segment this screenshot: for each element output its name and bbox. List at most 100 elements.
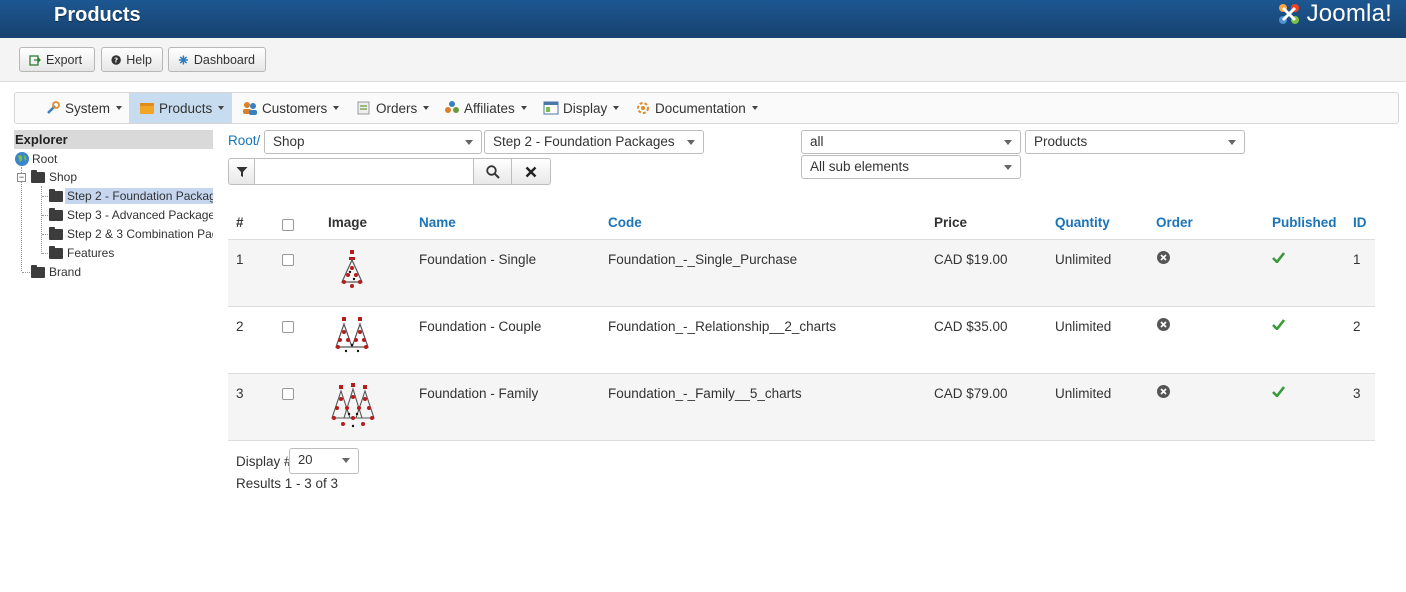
tree-label-features: Features [67,246,115,260]
row-name[interactable]: Foundation - Family [419,386,538,401]
clear-button[interactable] [511,158,551,185]
row-code: Foundation_-_Relationship__2_charts [608,319,837,334]
menu-affiliates[interactable]: Affiliates [438,93,533,123]
tree-node-advanced[interactable]: Step 3 - Advanced Packages [49,206,213,224]
row-checkbox[interactable] [282,254,294,266]
search-icon [485,164,500,179]
chevron-down-icon [333,106,340,110]
export-label: Export [46,52,83,67]
search-button[interactable] [473,158,512,185]
chevron-down-icon [613,106,620,110]
remove-circle-icon[interactable] [1157,251,1170,264]
row-price: CAD $79.00 [934,386,1008,401]
table-row: 2 Foundation - Couple Foundation_-_Relat… [228,307,1375,374]
menu-products-label: Products [159,100,213,116]
chevron-down-icon [520,106,527,110]
menu-orders[interactable]: Orders [350,93,435,123]
dashboard-button[interactable]: Dashboard [168,47,266,72]
col-order[interactable]: Order [1156,215,1193,230]
row-num: 1 [236,252,244,267]
display-icon [543,101,559,115]
remove-circle-icon[interactable] [1157,318,1170,331]
tree-node-foundation[interactable]: Step 2 - Foundation Packages [49,187,213,205]
menu-affiliates-label: Affiliates [464,100,515,116]
col-image: Image [328,215,368,230]
tree-label-combination: Step 2 & 3 Combination Packages [67,227,213,241]
row-name[interactable]: Foundation - Single [419,252,536,267]
tree-node-combination[interactable]: Step 2 & 3 Combination Packages [49,225,213,243]
tree-node-shop[interactable]: Shop [31,168,79,186]
search-input[interactable] [254,158,474,185]
col-price: Price [934,215,968,230]
published-check-icon[interactable] [1272,386,1285,397]
menu-system[interactable]: System [39,93,128,123]
category-select[interactable]: Shop [264,130,482,154]
menu-display[interactable]: Display [537,93,625,123]
filter-icon [236,166,247,177]
tree-node-features[interactable]: Features [49,244,116,262]
menu-products[interactable]: Products [129,93,232,123]
type-select[interactable]: Products [1025,130,1245,154]
svg-text:?: ? [114,56,118,64]
tree-node-root[interactable]: Root [14,150,59,168]
product-thumbnail[interactable] [329,382,377,430]
row-name[interactable]: Foundation - Couple [419,319,541,334]
breadcrumb-root-link[interactable]: Root/ [228,133,260,148]
help-button[interactable]: ? Help [101,47,163,72]
table-row: 3 Foundation - Family Foundation_-_Famil… [228,374,1375,441]
users-icon [243,102,257,115]
row-quantity: Unlimited [1055,252,1112,267]
menu-customers[interactable]: Customers [236,93,345,123]
row-checkbox[interactable] [282,388,294,400]
table-header: # Image Name Code Price Quantity Order P… [228,205,1375,240]
folder-open-icon [31,169,45,183]
dropdown-arrow-icon [465,140,473,145]
filter-button[interactable] [228,158,255,185]
col-name[interactable]: Name [419,215,456,230]
tree-label-brand: Brand [49,265,82,279]
collapse-icon[interactable]: − [17,173,26,182]
col-code[interactable]: Code [608,215,642,230]
joomla-logo: Joomla! [1275,0,1392,28]
display-count-value: 20 [298,452,313,467]
sub-elements-select[interactable]: All sub elements [801,155,1021,179]
results-count: Results 1 - 3 of 3 [236,476,339,491]
row-code: Foundation_-_Family__5_charts [608,386,802,401]
row-price: CAD $35.00 [934,319,1008,334]
menu-documentation[interactable]: Documentation [629,93,764,123]
row-num: 2 [236,319,244,334]
row-checkbox[interactable] [282,321,294,333]
col-quantity[interactable]: Quantity [1055,215,1110,230]
row-num: 3 [236,386,244,401]
tree-label-root: Root [32,152,58,166]
product-thumbnail[interactable] [333,315,373,359]
dropdown-arrow-icon [1004,165,1012,170]
col-published[interactable]: Published [1272,215,1337,230]
product-thumbnail[interactable] [337,248,367,292]
filter-all-select[interactable]: all [801,130,1021,154]
published-check-icon[interactable] [1272,252,1285,263]
menu-documentation-label: Documentation [655,100,746,116]
row-id: 2 [1353,319,1361,334]
dropdown-arrow-icon [1004,140,1012,145]
subcategory-select[interactable]: Step 2 - Foundation Packages [484,130,704,154]
joomla-logo-icon [1278,4,1299,24]
tree-label-advanced: Step 3 - Advanced Packages [67,208,213,222]
tree-label-foundation: Step 2 - Foundation Packages [65,188,213,204]
published-check-icon[interactable] [1272,319,1285,330]
col-id[interactable]: ID [1353,215,1367,230]
remove-circle-icon[interactable] [1157,385,1170,398]
row-id: 1 [1353,252,1361,267]
folder-icon [49,188,63,202]
display-count-select[interactable]: 20 [289,448,359,474]
affiliates-icon [445,101,459,113]
export-icon [29,54,41,66]
page-title: Products [54,4,141,26]
select-all-checkbox[interactable] [282,219,294,231]
menu-customers-label: Customers [262,100,328,116]
chevron-down-icon [751,106,758,110]
export-button[interactable]: Export [19,47,95,72]
main-menu: System Products Customers Orders Affilia… [14,92,1399,124]
tree-node-brand[interactable]: Brand [31,263,83,281]
chevron-down-icon [116,106,123,110]
